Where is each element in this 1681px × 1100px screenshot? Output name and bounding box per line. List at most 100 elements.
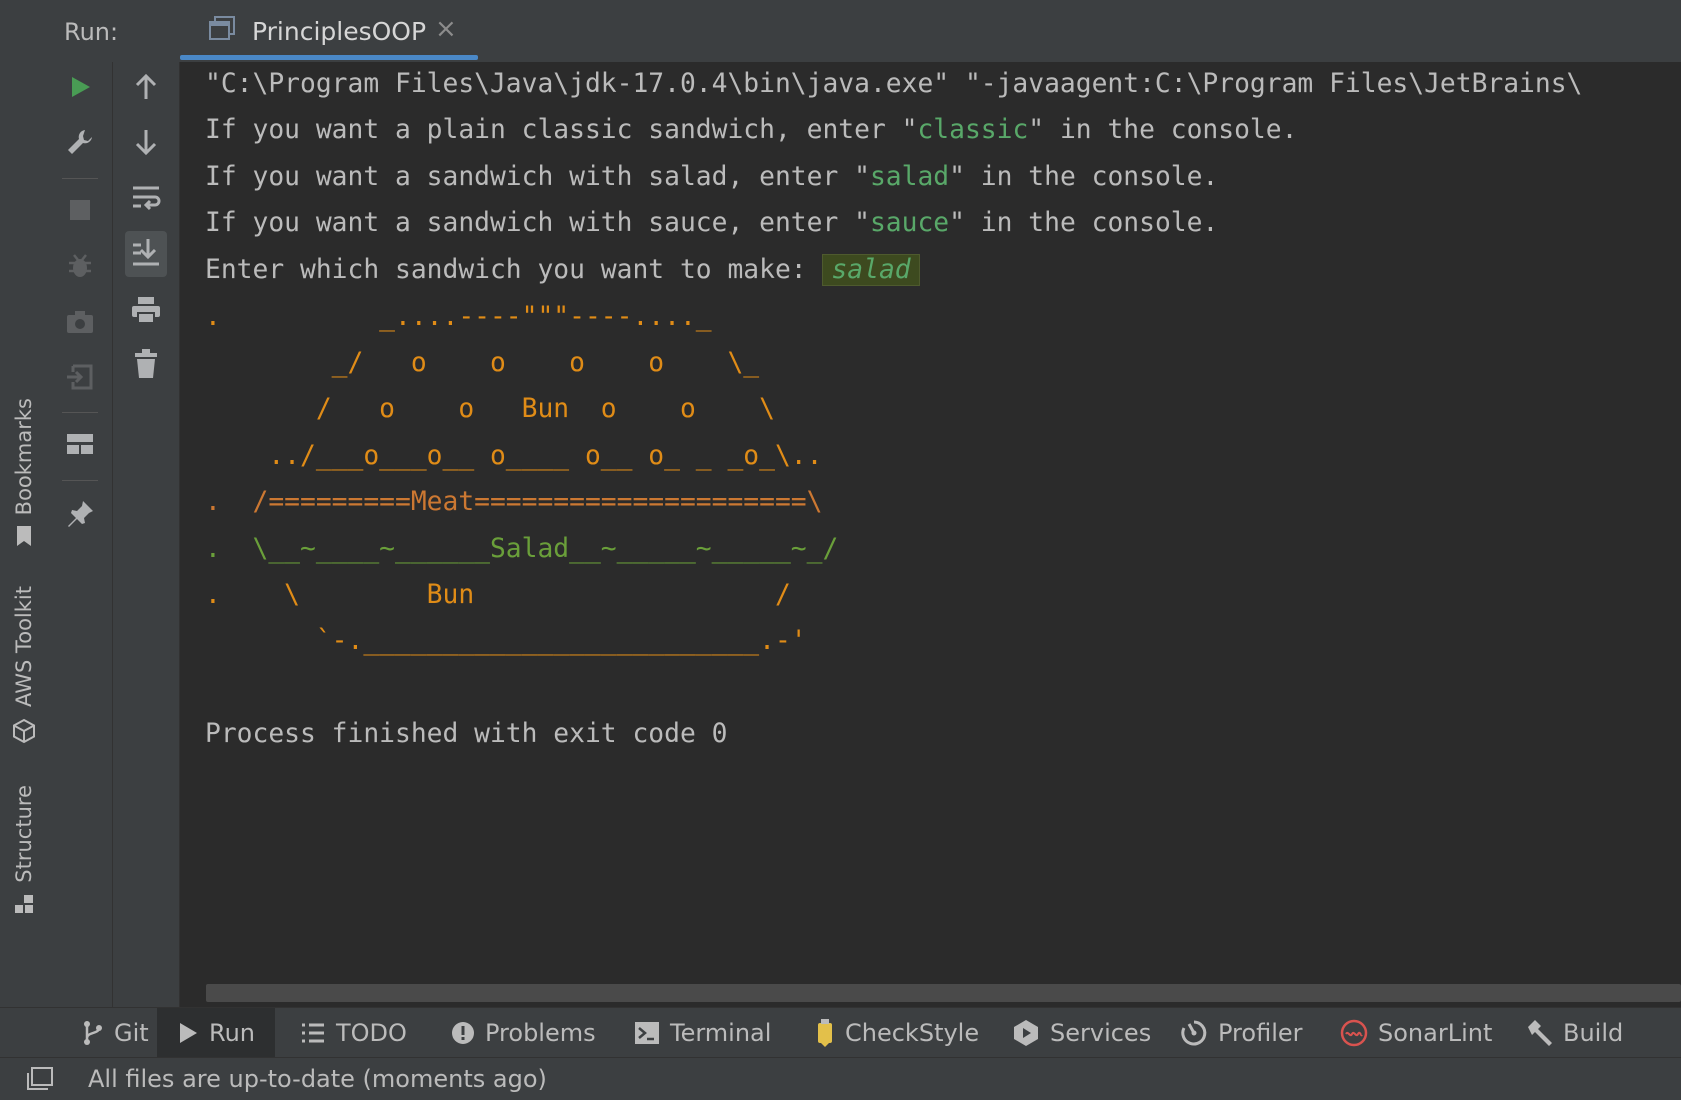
bug-icon [65,251,95,285]
highlighted-option: sauce [869,208,950,238]
tab-git[interactable]: Git [70,1008,161,1058]
tab-label: SonarLint [1378,1019,1493,1047]
up-stack-trace-button[interactable] [113,67,179,111]
aws-toolkit-side-tab[interactable]: AWS Toolkit [0,585,48,750]
sandwich-art-line: . \__~____~______Salad__~_____~_____~_/ [205,534,839,564]
run-actions-toolbar [48,62,113,1007]
toolbar-separator [62,480,98,481]
tab-profiler[interactable]: Profiler [1180,1008,1303,1058]
pin-icon [65,499,95,533]
console-line: If you want a sandwich with salad, enter… [205,160,1218,194]
user-input-echo: salad [822,254,920,286]
tab-label: Profiler [1218,1019,1303,1047]
wrench-icon [65,127,95,161]
console-text: " in the console. [949,162,1219,192]
sandwich-art-line: . _....----"""----...._ [205,302,712,332]
trash-icon [134,349,158,383]
tab-run[interactable]: Run [157,1008,276,1058]
camera-icon [65,309,95,339]
tab-services[interactable]: Services [1012,1008,1151,1058]
terminal-icon [634,1021,660,1045]
clear-all-button[interactable] [113,344,179,388]
structure-side-tab[interactable]: Structure [0,785,48,915]
console-text: " in the console. [949,208,1219,238]
scroll-to-end-icon [125,231,167,277]
layout-button[interactable] [48,424,112,468]
tab-label: Run [209,1019,256,1047]
sandwich-art-line: ../___o___o__ o____ o__ o_ _ _o_\.. [205,441,823,471]
restore-layout-button[interactable] [48,357,112,401]
close-tab-icon[interactable]: × [435,14,457,44]
exit-door-icon [65,362,95,396]
active-tab-indicator [180,55,478,60]
console-text: " in the console. [1028,115,1298,145]
tab-label: Build [1563,1019,1624,1047]
console-text: If you want a sandwich with sauce, enter… [205,208,870,238]
tab-label: TODO [336,1019,407,1047]
tab-build[interactable]: Build [1525,1008,1623,1058]
highlighted-option: classic [917,115,1029,145]
run-icon [177,1021,199,1045]
bottom-tool-tabs: Git Run TODO Problems Terminal CheckStyl… [0,1007,1681,1058]
tab-label: Problems [485,1019,596,1047]
debug-button[interactable] [48,246,112,290]
aws-toolkit-label: AWS Toolkit [12,586,36,708]
sandwich-art-line: . \ Bun / [205,580,791,610]
todo-list-icon [300,1022,326,1044]
run-tab-title: PrinciplesOOP [252,17,427,46]
sandwich-art-line: . /=========Meat=====================\ [205,487,823,517]
toolbar-separator [62,412,98,413]
toolbar-separator [62,178,98,179]
run-tool-window-header: Run: PrinciplesOOP × [48,0,1681,63]
rerun-button[interactable] [48,67,112,111]
edit-configuration-button[interactable] [48,122,112,166]
bookmark-icon [15,525,33,552]
stop-button[interactable] [48,190,112,234]
bookmarks-side-tab[interactable]: Bookmarks [0,395,48,555]
stop-icon [68,198,92,226]
structure-label: Structure [12,785,36,883]
soft-wrap-button[interactable] [113,178,179,222]
tab-label: Terminal [670,1019,772,1047]
tab-todo[interactable]: TODO [300,1008,407,1058]
tab-label: CheckStyle [845,1019,980,1047]
status-message: All files are up-to-date (moments ago) [88,1065,547,1093]
sonarlint-icon [1340,1019,1368,1047]
command-line: "C:\Program Files\Java\jdk-17.0.4\bin\ja… [205,69,1583,99]
console-output[interactable]: "C:\Program Files\Java\jdk-17.0.4\bin\ja… [180,62,1681,1002]
console-window-icon [208,16,236,42]
process-finished-line: Process finished with exit code 0 [205,719,728,749]
horizontal-scrollbar[interactable] [206,984,1681,1002]
tab-label: Services [1050,1019,1152,1047]
scroll-to-end-button[interactable] [113,231,179,277]
console-toolbar [113,62,180,1007]
sandwich-art-line: _/ o o o o \_ [205,348,760,378]
bookmarks-label: Bookmarks [12,397,36,516]
sandwich-art-line: `-._________________________.-' [205,626,807,656]
layout-icon [66,432,94,460]
prompt-line: Enter which sandwich you want to make: s… [205,253,920,287]
arrow-up-icon [133,73,159,105]
toggle-tool-windows-icon[interactable] [26,1067,54,1095]
soft-wrap-icon [131,184,161,216]
profiler-icon [1180,1019,1208,1047]
tab-sonarlint[interactable]: SonarLint [1340,1008,1492,1058]
printer-icon [131,296,161,328]
problems-icon [451,1021,475,1045]
git-branch-icon [82,1020,104,1046]
status-bar: All files are up-to-date (moments ago) [0,1057,1681,1100]
arrow-down-icon [133,128,159,160]
dump-threads-button[interactable] [48,302,112,346]
pin-tab-button[interactable] [48,494,112,538]
console-text: If you want a plain classic sandwich, en… [205,115,918,145]
tab-checkstyle[interactable]: CheckStyle [815,1008,979,1058]
tab-terminal[interactable]: Terminal [634,1008,771,1058]
tab-label: Git [114,1019,149,1047]
print-button[interactable] [113,290,179,334]
tab-problems[interactable]: Problems [451,1008,596,1058]
run-config-tab[interactable]: PrinciplesOOP × [180,0,478,62]
checkstyle-icon [815,1019,835,1047]
down-stack-trace-button[interactable] [113,122,179,166]
aws-cube-icon [11,718,37,749]
services-icon [1012,1019,1040,1047]
